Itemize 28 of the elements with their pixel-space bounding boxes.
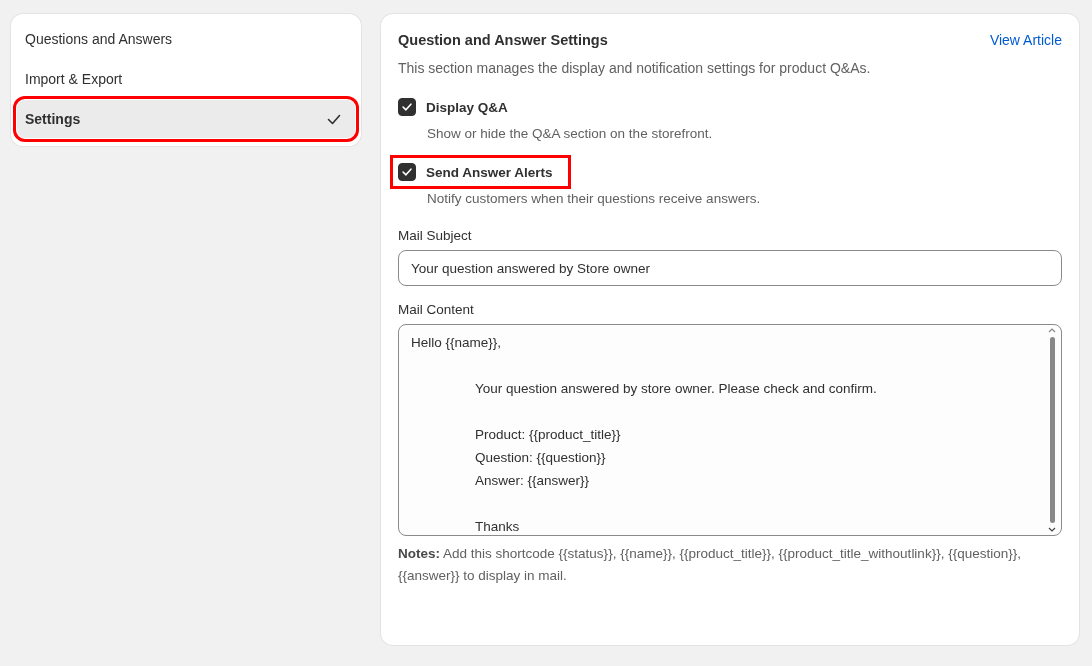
checkbox-option[interactable]: Send Answer Alerts bbox=[394, 159, 567, 185]
section-title: Question and Answer Settings bbox=[398, 32, 608, 48]
sidebar-item-label: Import & Export bbox=[25, 71, 123, 87]
scroll-up-icon[interactable] bbox=[1048, 327, 1056, 333]
option-help-text: Notify customers when their questions receive answers. bbox=[427, 191, 762, 206]
view-article-link[interactable]: View Article bbox=[989, 32, 1062, 48]
checkmark-icon bbox=[327, 113, 341, 125]
scrollbar-thumb[interactable] bbox=[1049, 337, 1055, 523]
notes-text: Notes: Add this shortcode {{status}}, {{name}}, {{product_title}}, {{product_title_withoutlink}}, {{question}}, {{answer}} to display in mail. bbox=[398, 545, 1022, 585]
section-description: This section manages the display and notification settings for product Q&As. bbox=[398, 60, 872, 76]
scroll-down-icon[interactable] bbox=[1048, 527, 1056, 533]
checkbox-label: Send Answer Alerts bbox=[426, 164, 553, 180]
checkbox-label: Display Q&A bbox=[426, 99, 508, 115]
mail-content-text: Hello {{name}}, Your question answered by store owner. Please check and confirm. Product: {{product_title}} Question: {{question}} Answer: {{answer}} Thanks bbox=[411, 334, 878, 535]
field-label: Mail Content bbox=[398, 302, 475, 317]
sidebar-item-label: Settings bbox=[25, 111, 81, 127]
checkmark-icon bbox=[402, 168, 412, 176]
checkbox[interactable] bbox=[398, 163, 416, 181]
sidebar-item[interactable]: Import & Export bbox=[17, 60, 355, 98]
option-help-text: Show or hide the Q&A section on the storefront. bbox=[427, 126, 714, 141]
sidebar-item-label: Questions and Answers bbox=[25, 31, 173, 47]
checkmark-icon bbox=[402, 103, 412, 111]
sidebar-item[interactable]: Questions and Answers bbox=[17, 20, 355, 58]
checkbox-option[interactable]: Display Q&A bbox=[394, 94, 522, 120]
mail-subject-field[interactable]: Your question answered by Store owner bbox=[398, 250, 1062, 286]
field-label: Mail Subject bbox=[398, 228, 473, 243]
checkbox[interactable] bbox=[398, 98, 416, 116]
mail-content-field[interactable]: Hello {{name}}, Your question answered by store owner. Please check and confirm. Product: {{product_title}} Question: {{question}} Answer: {{answer}} Thanks bbox=[398, 324, 1062, 536]
